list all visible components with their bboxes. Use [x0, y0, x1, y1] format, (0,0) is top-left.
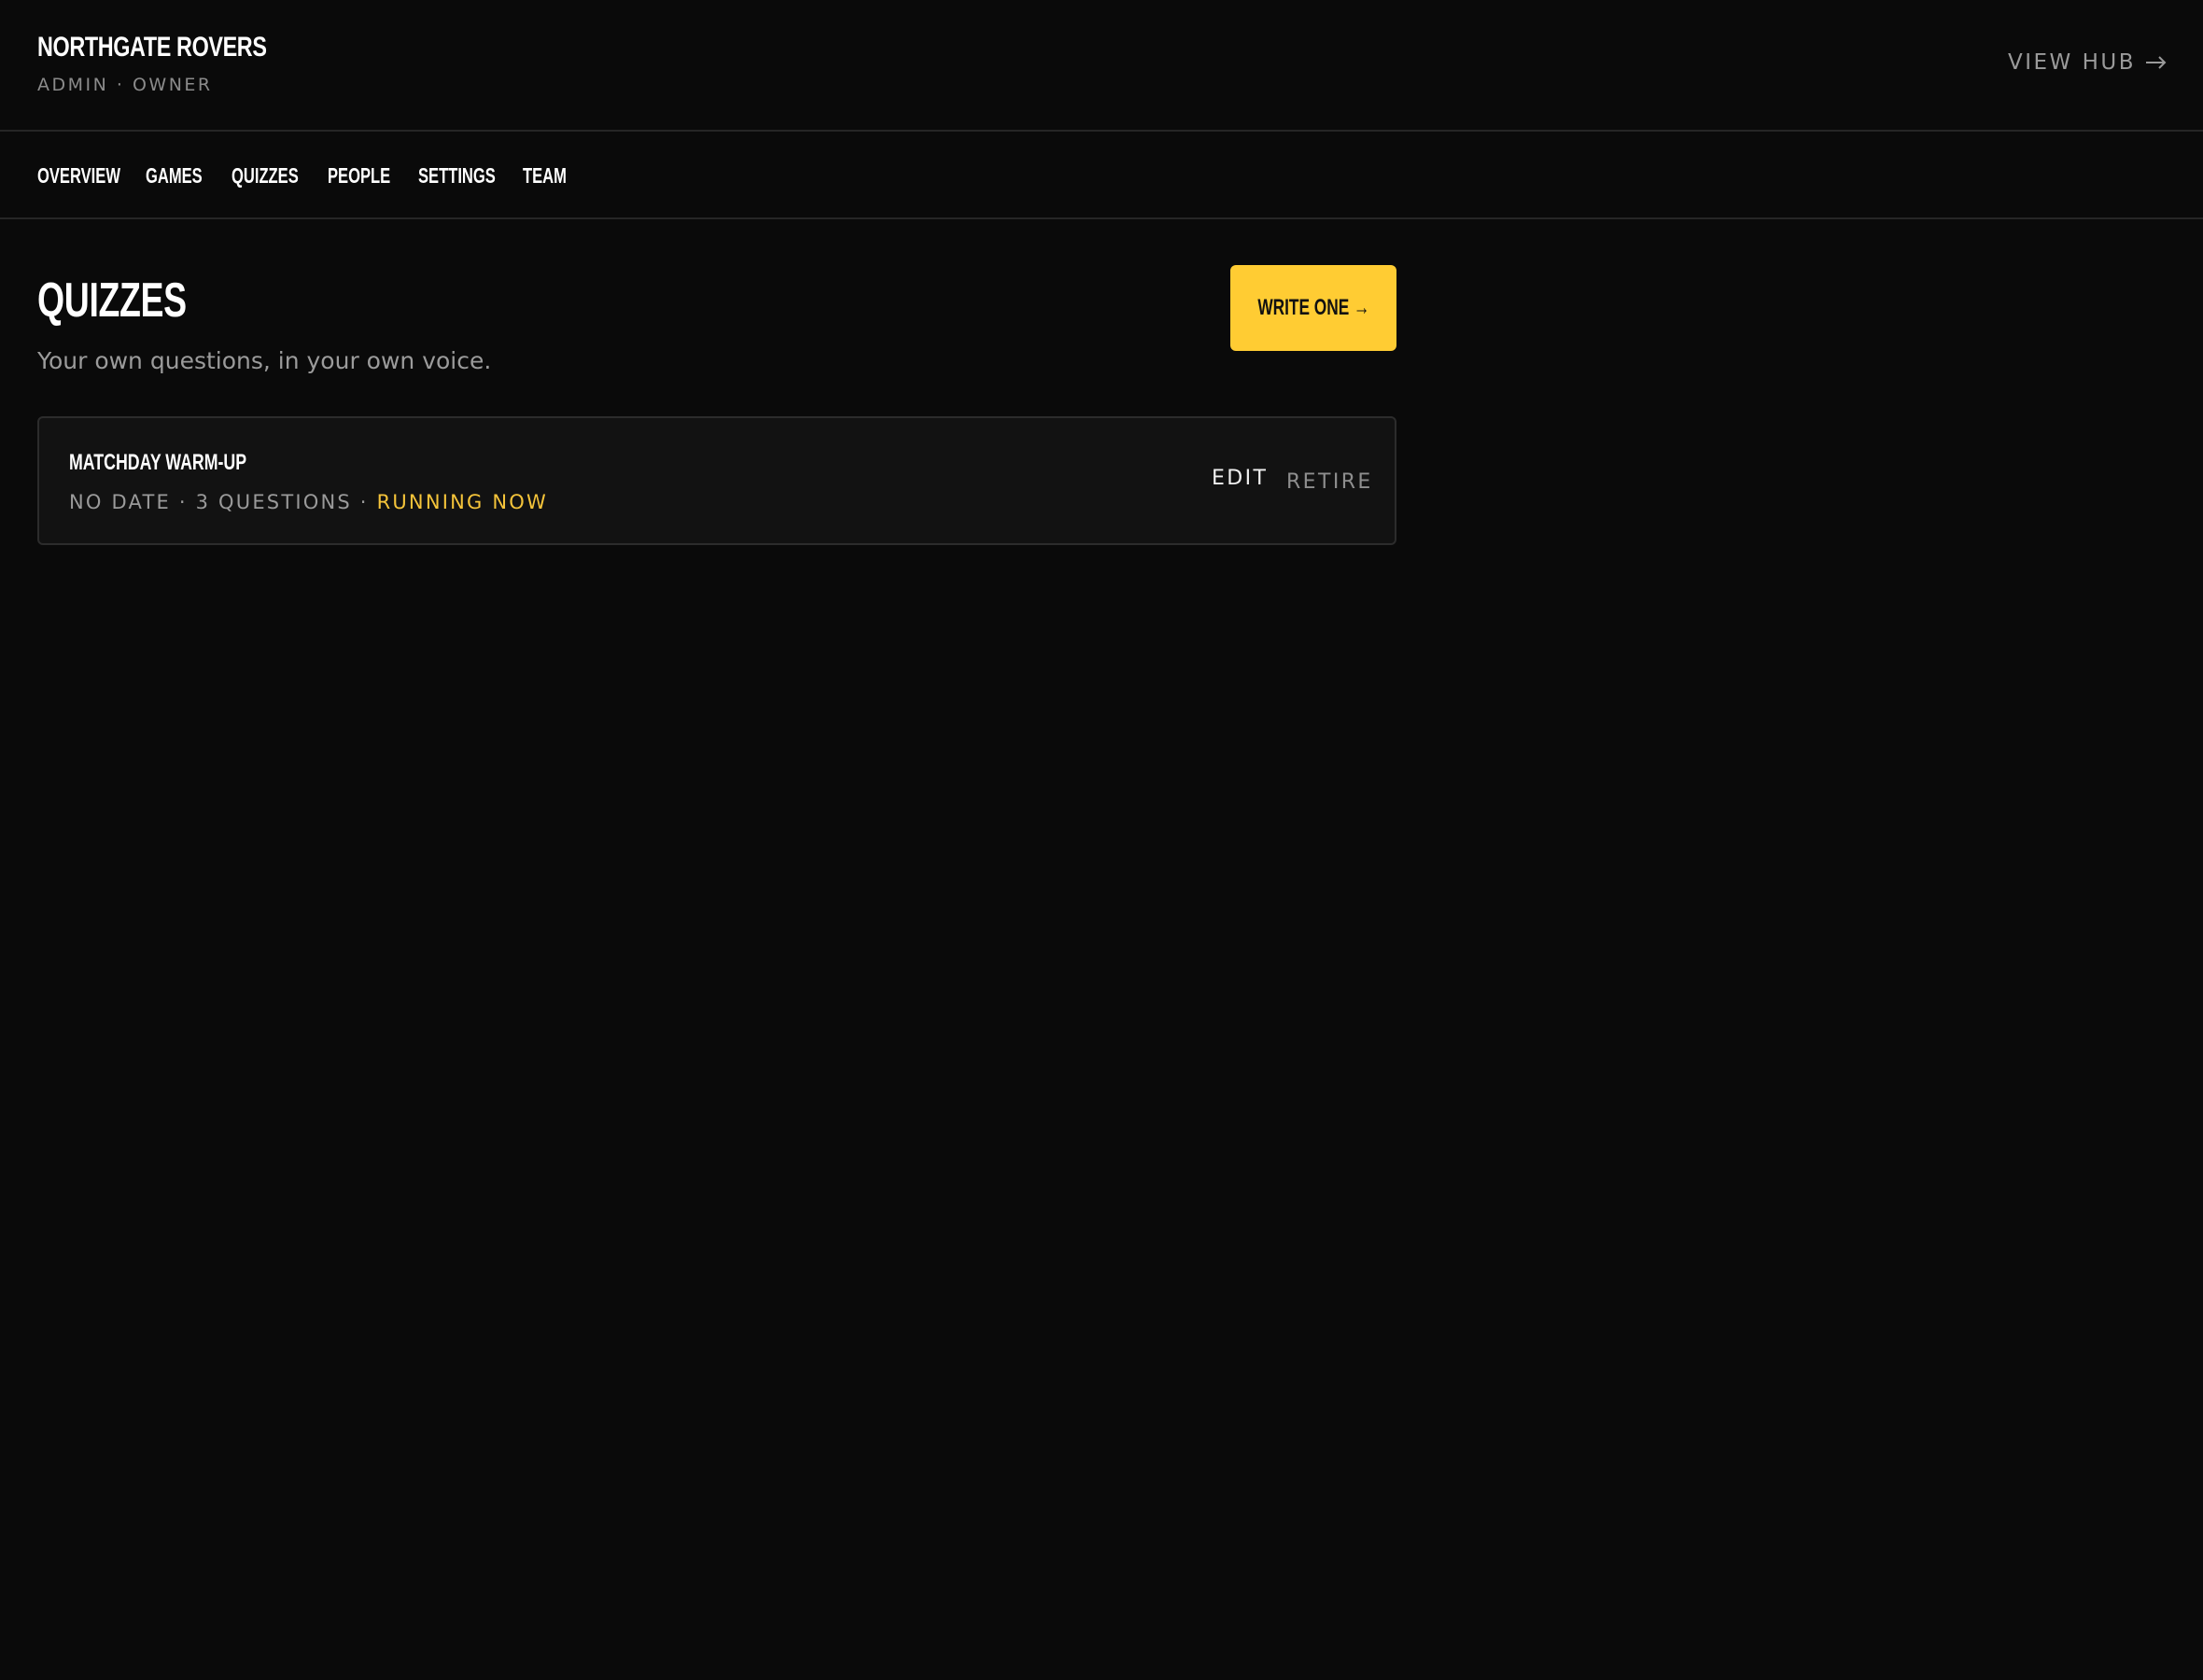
tab-settings[interactable]: SETTINGS: [418, 163, 496, 189]
quiz-meta: NO DATE · 3 QUESTIONS · RUNNING NOW: [69, 491, 548, 513]
quiz-date: NO DATE: [69, 491, 171, 513]
list-item: MATCHDAY WARM-UP NO DATE · 3 QUESTIONS ·…: [37, 416, 1396, 545]
team-name: NORTHGATE ROVERS: [37, 32, 267, 63]
meta-separator: ·: [351, 491, 377, 513]
tab-overview[interactable]: OVERVIEW: [37, 163, 120, 189]
write-quiz-button[interactable]: WRITE ONE →: [1230, 265, 1396, 351]
tab-people[interactable]: PEOPLE: [328, 163, 390, 189]
quiz-question-count: 3 QUESTIONS: [195, 491, 352, 513]
tab-team[interactable]: TEAM: [523, 163, 567, 189]
view-hub-link[interactable]: VIEW HUB: [2008, 50, 2168, 75]
page-subtitle: Your own questions, in your own voice.: [37, 347, 492, 374]
status-badge: RUNNING NOW: [376, 491, 548, 513]
tab-games[interactable]: GAMES: [146, 163, 203, 189]
top-header: NORTHGATE ROVERS ADMIN · OWNER VIEW HUB: [0, 0, 2203, 132]
retire-quiz-button[interactable]: RETIRE: [1286, 470, 1373, 494]
meta-separator: ·: [170, 491, 196, 513]
view-hub-label: VIEW HUB: [2007, 50, 2136, 75]
edit-quiz-button[interactable]: EDIT: [1212, 467, 1268, 490]
tab-quizzes[interactable]: QUIZZES: [232, 163, 299, 189]
quiz-title: MATCHDAY WARM-UP: [69, 450, 247, 475]
arrow-right-icon: [2145, 55, 2168, 70]
write-quiz-button-label: WRITE ONE →: [1256, 295, 1369, 320]
user-role: ADMIN · OWNER: [37, 75, 213, 95]
main-nav: OVERVIEW GAMES QUIZZES PEOPLE SETTINGS T…: [0, 132, 2203, 219]
page-title: QUIZZES: [37, 273, 187, 328]
